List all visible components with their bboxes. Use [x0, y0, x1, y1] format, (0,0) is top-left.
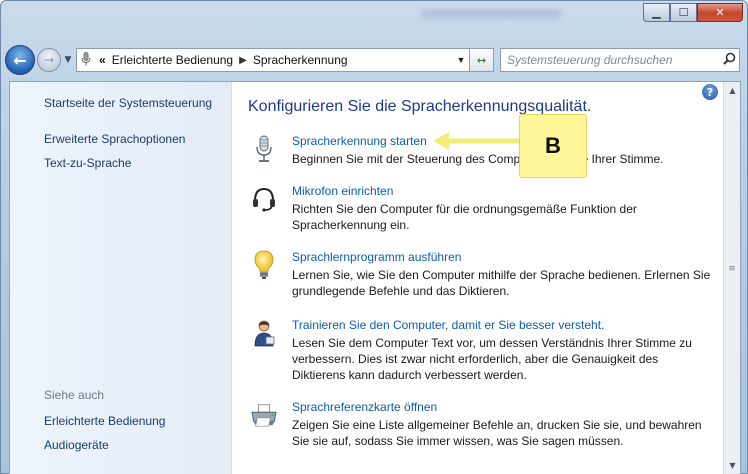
close-button[interactable]: ✕ — [697, 3, 743, 22]
task-description: Beginnen Sie mit der Steuerung des Compu… — [292, 152, 664, 166]
help-icon[interactable]: ? — [702, 84, 718, 100]
task-description: Richten Sie den Computer für die ordnung… — [292, 202, 637, 232]
task-description: Lesen Sie dem Computer Text vor, um dess… — [292, 336, 692, 382]
forward-arrow-icon: → — [43, 53, 55, 67]
task-description: Lernen Sie, wie Sie den Computer mithilf… — [292, 268, 711, 298]
task-description: Zeigen Sie eine Liste allgemeiner Befehl… — [292, 418, 702, 448]
link-run-speech-tutorial[interactable]: Sprachlernprogramm ausführen — [292, 250, 461, 264]
refresh-button[interactable]: ↔ — [470, 48, 494, 72]
sidebar-link-advanced-speech-options[interactable]: Erweiterte Sprachoptionen — [44, 132, 185, 146]
scroll-grip-icon[interactable]: ≡ — [727, 264, 737, 274]
breadcrumb-item-erleichterte-bedienung[interactable]: Erleichterte Bedienung — [112, 53, 233, 67]
scroll-up-icon[interactable]: ▲ — [724, 82, 741, 99]
vertical-scrollbar[interactable]: ▲ ≡ ▼ — [723, 82, 740, 474]
sidebar-link-home[interactable]: Startseite der Systemsteuerung — [44, 96, 212, 110]
sidebar-link-audio-devices[interactable]: Audiogeräte — [44, 438, 109, 452]
title-ghost — [421, 9, 561, 19]
scroll-down-icon[interactable]: ▼ — [724, 457, 741, 474]
back-button[interactable]: ← — [5, 45, 35, 75]
user-training-icon — [250, 318, 278, 348]
caption-buttons: ▁ ☐ ✕ — [643, 3, 743, 22]
sidebar-link-ease-of-access[interactable]: Erleichterte Bedienung — [44, 414, 165, 428]
title-bar[interactable]: ▁ ☐ ✕ — [1, 1, 748, 43]
callout-arrow-icon — [433, 132, 521, 150]
link-setup-microphone[interactable]: Mikrofon einrichten — [292, 184, 393, 198]
link-train-computer[interactable]: Trainieren Sie den Computer, damit er Si… — [292, 318, 604, 332]
minimize-button[interactable]: ▁ — [643, 3, 670, 22]
refresh-icon: ↔ — [476, 53, 487, 67]
link-open-speech-reference-card[interactable]: Sprachreferenzkarte öffnen — [292, 400, 437, 414]
search-box[interactable]: Systemsteuerung durchsuchen — [500, 48, 740, 72]
window-frame: ▁ ☐ ✕ ← → ▼ « Erleichterte Bedienung ▶ S… — [0, 0, 748, 474]
address-bar[interactable]: « Erleichterte Bedienung ▶ Spracherkennu… — [76, 48, 470, 72]
see-also-heading: Siehe auch — [44, 388, 105, 402]
search-icon[interactable] — [719, 52, 739, 68]
address-dropdown-icon[interactable]: ▼ — [453, 55, 469, 65]
callout-marker: B — [519, 114, 587, 178]
content-area: Startseite der Systemsteuerung Erweitert… — [9, 81, 741, 474]
forward-button[interactable]: → — [37, 48, 61, 72]
breadcrumb-overflow[interactable]: « — [99, 53, 106, 67]
breadcrumb-item-spracherkennung[interactable]: Spracherkennung — [253, 53, 348, 67]
headset-icon — [250, 184, 278, 214]
microphone-icon — [81, 51, 95, 69]
link-start-speech-recognition[interactable]: Spracherkennung starten — [292, 134, 427, 148]
maximize-button[interactable]: ☐ — [670, 3, 697, 22]
microphone-icon — [250, 134, 278, 164]
breadcrumb-separator-icon[interactable]: ▶ — [239, 55, 247, 66]
printer-icon — [250, 400, 278, 430]
search-input[interactable]: Systemsteuerung durchsuchen — [507, 53, 672, 67]
navigation-bar: ← → ▼ « Erleichterte Bedienung ▶ Sprache… — [5, 43, 745, 77]
task-pane: Startseite der Systemsteuerung Erweitert… — [10, 82, 232, 474]
recent-pages-dropdown[interactable]: ▼ — [62, 55, 74, 65]
back-arrow-icon: ← — [13, 50, 27, 70]
sidebar-link-text-to-speech[interactable]: Text-zu-Sprache — [44, 156, 131, 170]
lightbulb-icon — [250, 250, 278, 280]
